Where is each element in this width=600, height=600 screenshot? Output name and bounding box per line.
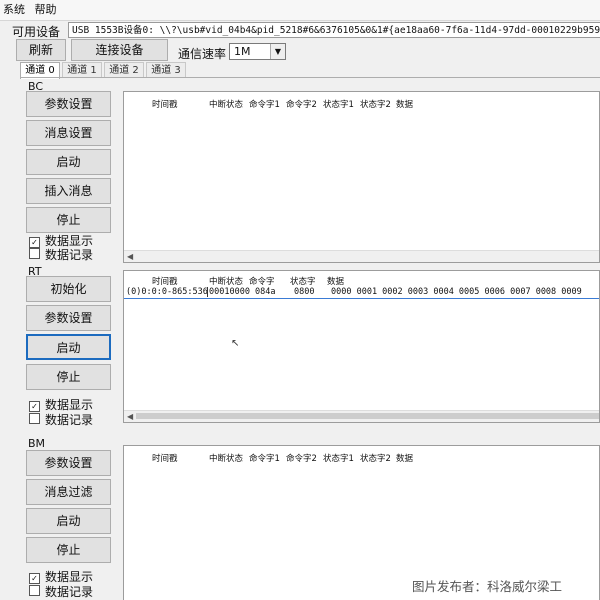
rt-start-button[interactable]: 启动 [26,334,111,360]
row-status-word: 0800 [294,287,315,297]
menu-help[interactable]: 帮助 [35,0,57,20]
bc-param-button[interactable]: 参数设置 [26,91,111,117]
column-header: 状态字 [290,277,316,287]
chevron-down-icon[interactable]: ▼ [270,44,285,59]
device-label: 可用设备 [12,25,61,39]
bm-start-button[interactable]: 启动 [26,508,111,534]
column-header: 状态字1 [323,454,354,464]
column-header: 时间戳 [152,277,178,287]
tab-channel-2[interactable]: 通道 2 [104,62,144,78]
rt-stop-button[interactable]: 停止 [26,364,111,390]
bc-record-checkbox[interactable]: 数据记录 [29,248,93,262]
rt-param-button[interactable]: 参数设置 [26,305,111,331]
rate-label: 通信速率 [178,47,227,61]
bc-display-checkbox[interactable]: ✓ 数据显示 [29,234,93,248]
table-row[interactable]: (0)0:0:0-865:536 00010000 084a 0800 0000… [124,287,599,299]
bm-param-button[interactable]: 参数设置 [26,450,111,476]
column-header: 中断状态 [209,277,244,287]
tab-channel-1[interactable]: 通道 1 [62,62,102,78]
menu-system[interactable]: 系统 [3,0,25,20]
column-header: 中断状态 [209,100,244,110]
menu-bar: 系统 帮助 [0,0,600,21]
column-header: 状态字2 [360,454,391,464]
checkbox-checked-icon: ✓ [29,573,40,584]
checkbox-checked-icon: ✓ [29,237,40,248]
column-header: 数据 [327,277,345,287]
bc-display-label: 数据显示 [45,234,94,248]
connect-button[interactable]: 连接设备 [71,39,168,61]
scroll-thumb[interactable] [136,413,599,419]
column-header: 数据 [396,100,414,110]
rt-display-checkbox[interactable]: ✓ 数据显示 [29,398,93,412]
rate-value: 1M [234,45,251,58]
refresh-button[interactable]: 刷新 [16,39,66,61]
mouse-cursor-icon: ↖ [231,338,240,349]
tab-divider [20,77,600,78]
column-header: 时间戳 [152,100,178,110]
rt-data-table[interactable]: 时间戳 中断状态 命令字 状态字 数据 (0)0:0:0-865:536 000… [123,270,600,423]
scroll-left-icon[interactable]: ◀ [127,251,133,262]
bc-horizontal-scrollbar[interactable]: ◀ [124,250,599,262]
bc-insert-button[interactable]: 插入消息 [26,178,111,204]
scroll-left-icon[interactable]: ◀ [127,411,133,422]
rt-horizontal-scrollbar[interactable]: ◀ [124,410,599,422]
bc-stop-button[interactable]: 停止 [26,207,111,233]
bc-record-label: 数据记录 [45,248,94,262]
column-header: 命令字1 [249,100,280,110]
rt-display-label: 数据显示 [45,398,94,412]
bm-record-label: 数据记录 [45,585,94,599]
checkbox-empty-icon [29,248,40,259]
watermark-text: 图片发布者：科洛威尔梁工 [412,579,563,594]
column-header: 命令字2 [286,100,317,110]
rt-init-button[interactable]: 初始化 [26,276,111,302]
bm-stop-button[interactable]: 停止 [26,537,111,563]
column-header: 状态字2 [360,100,391,110]
column-header: 命令字1 [249,454,280,464]
row-timestamp: (0)0:0:0-865:536 [126,287,208,297]
bc-data-table[interactable]: 时间戳 中断状态 命令字1 命令字2 状态字1 状态字2 数据 ◀ [123,91,600,263]
row-command-word: 084a [255,287,276,297]
checkbox-checked-icon: ✓ [29,401,40,412]
row-data: 0000 0001 0002 0003 0004 0005 0006 0007 … [331,287,582,297]
column-header: 中断状态 [209,454,244,464]
column-header: 时间戳 [152,454,178,464]
bm-display-label: 数据显示 [45,570,94,584]
column-header: 状态字1 [323,100,354,110]
bm-label: BM [28,437,46,450]
bc-start-button[interactable]: 启动 [26,149,111,175]
column-header: 数据 [396,454,414,464]
tab-channel-3[interactable]: 通道 3 [146,62,186,78]
checkbox-empty-icon [29,413,40,424]
bc-message-button[interactable]: 消息设置 [26,120,111,146]
row-interrupt-status: 00010000 [207,287,250,297]
bm-filter-button[interactable]: 消息过滤 [26,479,111,505]
rt-record-checkbox[interactable]: 数据记录 [29,413,93,427]
rt-record-label: 数据记录 [45,413,94,427]
rate-select[interactable]: 1M ▼ [229,43,286,60]
column-header: 命令字2 [286,454,317,464]
checkbox-empty-icon [29,585,40,596]
column-header: 命令字 [249,277,275,287]
bm-record-checkbox[interactable]: 数据记录 [29,585,93,599]
bm-display-checkbox[interactable]: ✓ 数据显示 [29,570,93,584]
device-select[interactable]: USB 1553B设备0: \\?\usb#vid_04b4&pid_5218#… [68,22,600,38]
